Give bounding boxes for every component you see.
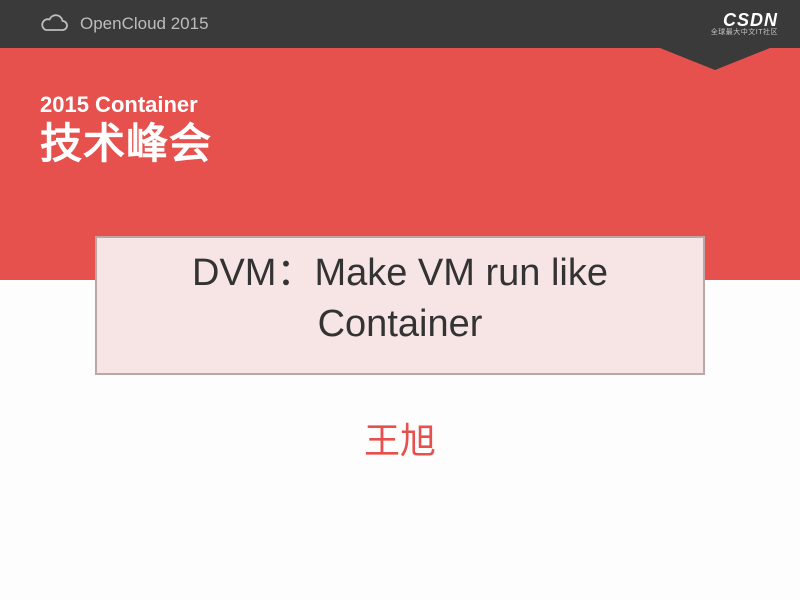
- conference-title-block: 2015 Container 技术峰会: [40, 92, 212, 171]
- slide: OpenCloud 2015 CSDN 全球最大中文IT社区 2015 Cont…: [0, 0, 800, 600]
- conference-line1: 2015 Container: [40, 92, 212, 118]
- topbar-left: OpenCloud 2015: [40, 14, 209, 34]
- sponsor-tagline: 全球最大中文IT社区: [711, 29, 778, 37]
- cloud-icon: [40, 14, 70, 34]
- event-name: OpenCloud 2015: [80, 14, 209, 34]
- talk-title-box: DVM：Make VM run like Container: [95, 236, 705, 375]
- topbar: OpenCloud 2015 CSDN 全球最大中文IT社区: [0, 0, 800, 48]
- notch-decoration: [660, 48, 770, 70]
- talk-title: DVM：Make VM run like Container: [117, 248, 683, 351]
- sponsor-logo: CSDN 全球最大中文IT社区: [711, 11, 778, 37]
- conference-line2: 技术峰会: [40, 118, 212, 171]
- talk-author: 王旭: [0, 412, 800, 464]
- sponsor-name: CSDN: [711, 11, 778, 29]
